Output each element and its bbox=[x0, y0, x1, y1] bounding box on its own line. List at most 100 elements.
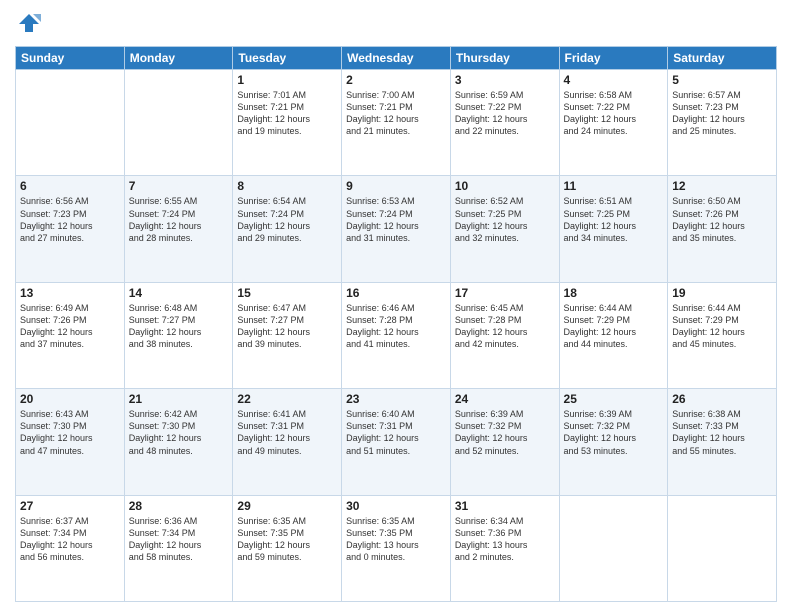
cell-info: Sunrise: 6:38 AM Sunset: 7:33 PM Dayligh… bbox=[672, 408, 772, 457]
day-number: 6 bbox=[20, 179, 120, 193]
cell-info: Sunrise: 6:50 AM Sunset: 7:26 PM Dayligh… bbox=[672, 195, 772, 244]
calendar-cell: 26 Sunrise: 6:38 AM Sunset: 7:33 PM Dayli… bbox=[668, 389, 777, 495]
cell-info: Sunrise: 6:45 AM Sunset: 7:28 PM Dayligh… bbox=[455, 302, 555, 351]
day-number: 29 bbox=[237, 499, 337, 513]
day-number: 26 bbox=[672, 392, 772, 406]
cell-info: Sunrise: 6:46 AM Sunset: 7:28 PM Dayligh… bbox=[346, 302, 446, 351]
cell-info: Sunrise: 6:52 AM Sunset: 7:25 PM Dayligh… bbox=[455, 195, 555, 244]
calendar-cell: 12 Sunrise: 6:50 AM Sunset: 7:26 PM Dayli… bbox=[668, 176, 777, 282]
cell-info: Sunrise: 7:01 AM Sunset: 7:21 PM Dayligh… bbox=[237, 89, 337, 138]
calendar-cell bbox=[668, 495, 777, 601]
day-number: 21 bbox=[129, 392, 229, 406]
calendar-cell: 4 Sunrise: 6:58 AM Sunset: 7:22 PM Daylig… bbox=[559, 70, 668, 176]
calendar-cell: 14 Sunrise: 6:48 AM Sunset: 7:27 PM Dayli… bbox=[124, 282, 233, 388]
calendar-cell: 9 Sunrise: 6:53 AM Sunset: 7:24 PM Daylig… bbox=[342, 176, 451, 282]
calendar-cell: 30 Sunrise: 6:35 AM Sunset: 7:35 PM Dayli… bbox=[342, 495, 451, 601]
calendar-cell: 29 Sunrise: 6:35 AM Sunset: 7:35 PM Dayli… bbox=[233, 495, 342, 601]
day-number: 22 bbox=[237, 392, 337, 406]
calendar-cell: 7 Sunrise: 6:55 AM Sunset: 7:24 PM Daylig… bbox=[124, 176, 233, 282]
day-number: 16 bbox=[346, 286, 446, 300]
calendar-cell: 6 Sunrise: 6:56 AM Sunset: 7:23 PM Daylig… bbox=[16, 176, 125, 282]
day-number: 12 bbox=[672, 179, 772, 193]
day-number: 24 bbox=[455, 392, 555, 406]
calendar-cell bbox=[124, 70, 233, 176]
calendar-cell: 23 Sunrise: 6:40 AM Sunset: 7:31 PM Dayli… bbox=[342, 389, 451, 495]
calendar-cell bbox=[16, 70, 125, 176]
cell-info: Sunrise: 6:34 AM Sunset: 7:36 PM Dayligh… bbox=[455, 515, 555, 564]
weekday-header: Friday bbox=[559, 47, 668, 70]
weekday-header: Sunday bbox=[16, 47, 125, 70]
cell-info: Sunrise: 6:57 AM Sunset: 7:23 PM Dayligh… bbox=[672, 89, 772, 138]
day-number: 17 bbox=[455, 286, 555, 300]
cell-info: Sunrise: 6:58 AM Sunset: 7:22 PM Dayligh… bbox=[564, 89, 664, 138]
calendar-cell bbox=[559, 495, 668, 601]
cell-info: Sunrise: 6:44 AM Sunset: 7:29 PM Dayligh… bbox=[672, 302, 772, 351]
calendar-week-row: 20 Sunrise: 6:43 AM Sunset: 7:30 PM Dayli… bbox=[16, 389, 777, 495]
day-number: 20 bbox=[20, 392, 120, 406]
day-number: 8 bbox=[237, 179, 337, 193]
calendar-cell: 17 Sunrise: 6:45 AM Sunset: 7:28 PM Dayli… bbox=[450, 282, 559, 388]
day-number: 7 bbox=[129, 179, 229, 193]
day-number: 23 bbox=[346, 392, 446, 406]
day-number: 25 bbox=[564, 392, 664, 406]
cell-info: Sunrise: 6:47 AM Sunset: 7:27 PM Dayligh… bbox=[237, 302, 337, 351]
calendar-cell: 31Sunrise: 6:34 AM Sunset: 7:36 PM Dayli… bbox=[450, 495, 559, 601]
day-number: 9 bbox=[346, 179, 446, 193]
day-number: 3 bbox=[455, 73, 555, 87]
cell-info: Sunrise: 6:56 AM Sunset: 7:23 PM Dayligh… bbox=[20, 195, 120, 244]
calendar-cell: 24Sunrise: 6:39 AM Sunset: 7:32 PM Dayli… bbox=[450, 389, 559, 495]
day-number: 28 bbox=[129, 499, 229, 513]
day-number: 10 bbox=[455, 179, 555, 193]
cell-info: Sunrise: 6:42 AM Sunset: 7:30 PM Dayligh… bbox=[129, 408, 229, 457]
calendar-cell: 5 Sunrise: 6:57 AM Sunset: 7:23 PM Daylig… bbox=[668, 70, 777, 176]
day-number: 30 bbox=[346, 499, 446, 513]
cell-info: Sunrise: 6:54 AM Sunset: 7:24 PM Dayligh… bbox=[237, 195, 337, 244]
calendar-week-row: 1 Sunrise: 7:01 AM Sunset: 7:21 PM Daylig… bbox=[16, 70, 777, 176]
weekday-header: Monday bbox=[124, 47, 233, 70]
day-number: 1 bbox=[237, 73, 337, 87]
cell-info: Sunrise: 6:37 AM Sunset: 7:34 PM Dayligh… bbox=[20, 515, 120, 564]
calendar-cell: 15 Sunrise: 6:47 AM Sunset: 7:27 PM Dayli… bbox=[233, 282, 342, 388]
calendar-week-row: 13 Sunrise: 6:49 AM Sunset: 7:26 PM Dayli… bbox=[16, 282, 777, 388]
logo-icon bbox=[15, 10, 43, 38]
calendar-cell: 18 Sunrise: 6:44 AM Sunset: 7:29 PM Dayli… bbox=[559, 282, 668, 388]
day-number: 15 bbox=[237, 286, 337, 300]
calendar-cell: 25 Sunrise: 6:39 AM Sunset: 7:32 PM Dayli… bbox=[559, 389, 668, 495]
calendar-week-row: 6 Sunrise: 6:56 AM Sunset: 7:23 PM Daylig… bbox=[16, 176, 777, 282]
day-number: 14 bbox=[129, 286, 229, 300]
header-row: SundayMondayTuesdayWednesdayThursdayFrid… bbox=[16, 47, 777, 70]
cell-info: Sunrise: 6:44 AM Sunset: 7:29 PM Dayligh… bbox=[564, 302, 664, 351]
cell-info: Sunrise: 6:36 AM Sunset: 7:34 PM Dayligh… bbox=[129, 515, 229, 564]
day-number: 27 bbox=[20, 499, 120, 513]
day-number: 4 bbox=[564, 73, 664, 87]
day-number: 18 bbox=[564, 286, 664, 300]
cell-info: Sunrise: 6:43 AM Sunset: 7:30 PM Dayligh… bbox=[20, 408, 120, 457]
calendar-cell: 19 Sunrise: 6:44 AM Sunset: 7:29 PM Dayli… bbox=[668, 282, 777, 388]
cell-info: Sunrise: 6:53 AM Sunset: 7:24 PM Dayligh… bbox=[346, 195, 446, 244]
weekday-header: Saturday bbox=[668, 47, 777, 70]
cell-info: Sunrise: 6:49 AM Sunset: 7:26 PM Dayligh… bbox=[20, 302, 120, 351]
cell-info: Sunrise: 6:55 AM Sunset: 7:24 PM Dayligh… bbox=[129, 195, 229, 244]
calendar-cell: 27 Sunrise: 6:37 AM Sunset: 7:34 PM Dayli… bbox=[16, 495, 125, 601]
cell-info: Sunrise: 6:35 AM Sunset: 7:35 PM Dayligh… bbox=[237, 515, 337, 564]
day-number: 19 bbox=[672, 286, 772, 300]
calendar-cell: 20 Sunrise: 6:43 AM Sunset: 7:30 PM Dayli… bbox=[16, 389, 125, 495]
cell-info: Sunrise: 6:39 AM Sunset: 7:32 PM Dayligh… bbox=[564, 408, 664, 457]
day-number: 2 bbox=[346, 73, 446, 87]
calendar-cell: 21 Sunrise: 6:42 AM Sunset: 7:30 PM Dayli… bbox=[124, 389, 233, 495]
calendar-week-row: 27 Sunrise: 6:37 AM Sunset: 7:34 PM Dayli… bbox=[16, 495, 777, 601]
calendar-cell: 10 Sunrise: 6:52 AM Sunset: 7:25 PM Dayli… bbox=[450, 176, 559, 282]
logo bbox=[15, 10, 47, 38]
day-number: 5 bbox=[672, 73, 772, 87]
calendar: SundayMondayTuesdayWednesdayThursdayFrid… bbox=[15, 46, 777, 602]
header bbox=[15, 10, 777, 38]
calendar-cell: 13 Sunrise: 6:49 AM Sunset: 7:26 PM Dayli… bbox=[16, 282, 125, 388]
calendar-cell: 22 Sunrise: 6:41 AM Sunset: 7:31 PM Dayli… bbox=[233, 389, 342, 495]
cell-info: Sunrise: 6:35 AM Sunset: 7:35 PM Dayligh… bbox=[346, 515, 446, 564]
weekday-header: Tuesday bbox=[233, 47, 342, 70]
calendar-cell: 16 Sunrise: 6:46 AM Sunset: 7:28 PM Dayli… bbox=[342, 282, 451, 388]
cell-info: Sunrise: 6:41 AM Sunset: 7:31 PM Dayligh… bbox=[237, 408, 337, 457]
cell-info: Sunrise: 6:40 AM Sunset: 7:31 PM Dayligh… bbox=[346, 408, 446, 457]
day-number: 13 bbox=[20, 286, 120, 300]
cell-info: Sunrise: 6:48 AM Sunset: 7:27 PM Dayligh… bbox=[129, 302, 229, 351]
